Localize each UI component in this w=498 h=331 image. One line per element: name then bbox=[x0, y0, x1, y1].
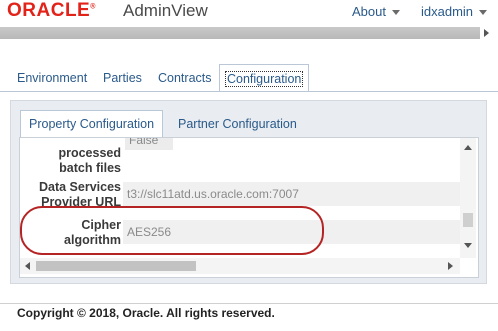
label-line: processed bbox=[58, 146, 121, 160]
tab-parties[interactable]: Parties bbox=[103, 71, 142, 85]
tab-divider bbox=[0, 91, 498, 92]
tab-configuration[interactable]: Configuration bbox=[219, 64, 310, 92]
chevron-down-icon bbox=[391, 10, 400, 16]
vertical-scrollbar[interactable] bbox=[460, 138, 476, 258]
about-label: About bbox=[352, 4, 386, 19]
about-menu[interactable]: About bbox=[352, 4, 400, 19]
tab-property-configuration[interactable]: Property Configuration bbox=[20, 110, 164, 137]
horizontal-scrollbar[interactable] bbox=[20, 258, 460, 274]
property-value-field[interactable]: False bbox=[125, 138, 173, 150]
logo-text: ORACLE bbox=[7, 0, 91, 21]
footer-divider bbox=[0, 303, 498, 304]
registered-mark: ® bbox=[90, 3, 96, 11]
tab-property-configuration-label: Property Configuration bbox=[29, 117, 155, 131]
label-line: batch files bbox=[59, 161, 121, 175]
footer-copyright: Copyright © 2018, Oracle. All rights res… bbox=[17, 306, 275, 320]
configuration-panel: Property Configuration Partner Configura… bbox=[10, 100, 487, 284]
property-value-field[interactable]: t3://slc11atd.us.oracle.com:7007 bbox=[123, 182, 464, 206]
chevron-down-icon bbox=[479, 10, 488, 16]
tab-contracts[interactable]: Contracts bbox=[158, 71, 212, 85]
highlight-annotation bbox=[20, 206, 324, 255]
scroll-right-icon[interactable] bbox=[484, 29, 489, 37]
header-horizontal-scrollbar[interactable] bbox=[0, 27, 480, 39]
scroll-up-icon[interactable] bbox=[464, 145, 472, 150]
app-title: AdminView bbox=[123, 1, 208, 20]
top-tab-bar: Environment Parties Contracts Configurat… bbox=[0, 62, 498, 92]
property-label: processed batch files bbox=[20, 146, 121, 176]
tab-configuration-label: Configuration bbox=[225, 71, 304, 87]
horizontal-scroll-thumb[interactable] bbox=[36, 261, 196, 271]
label-line: Data Services bbox=[38, 180, 121, 194]
scroll-down-icon[interactable] bbox=[464, 243, 472, 248]
tab-environment[interactable]: Environment bbox=[17, 71, 87, 85]
scroll-left-icon[interactable] bbox=[25, 262, 30, 270]
tab-partner-configuration[interactable]: Partner Configuration bbox=[178, 117, 297, 131]
user-menu[interactable]: idxadmin bbox=[421, 4, 488, 19]
user-label: idxadmin bbox=[421, 4, 474, 19]
scroll-right-icon[interactable] bbox=[448, 262, 453, 270]
app-header: ORACLE® AdminView About idxadmin bbox=[0, 0, 498, 46]
vertical-scroll-thumb[interactable] bbox=[463, 213, 473, 227]
oracle-logo: ORACLE® bbox=[7, 0, 96, 22]
